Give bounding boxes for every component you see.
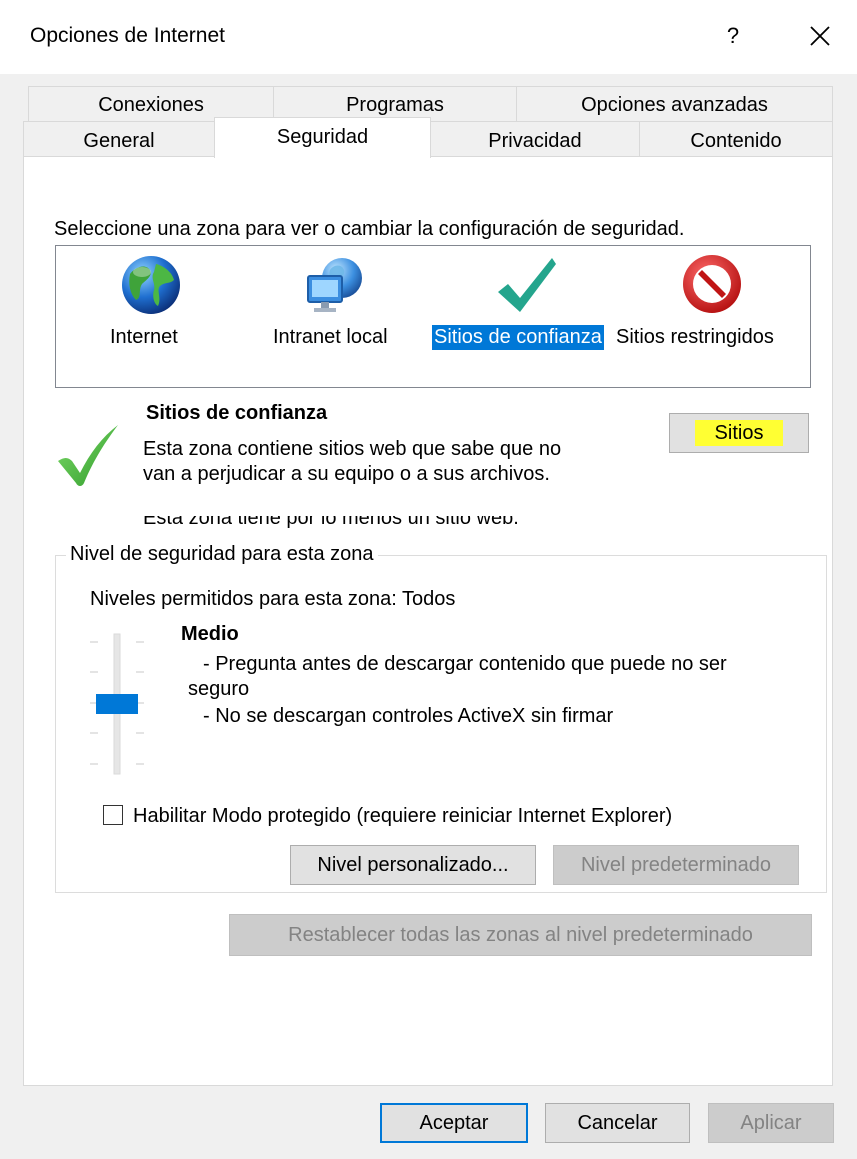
zone-checkmark-icon xyxy=(58,425,118,486)
zone-info-title: Sitios de confianza xyxy=(146,402,328,424)
level-name: Medio xyxy=(181,623,239,645)
window-title: Opciones de Internet xyxy=(30,24,225,47)
tab-general[interactable]: General xyxy=(23,121,215,157)
security-level-slider[interactable] xyxy=(84,628,154,776)
intranet-icon xyxy=(307,258,362,312)
restricted-icon xyxy=(683,255,741,313)
close-icon xyxy=(810,26,830,46)
ok-button[interactable]: Aceptar xyxy=(380,1103,528,1143)
checkmark-icon xyxy=(498,258,556,312)
zone-sitios-restringidos[interactable]: Sitios restringidos xyxy=(616,252,808,362)
zone-sitios-de-confianza[interactable]: Sitios de confianza xyxy=(430,252,616,362)
security-level-group-title: Nivel de seguridad para esta zona xyxy=(66,543,378,566)
level-bullet2: - No se descargan controles ActiveX sin … xyxy=(203,705,614,727)
reset-all-zones-button[interactable]: Restablecer todas las zonas al nivel pre… xyxy=(229,914,812,956)
level-bullet1-line2: seguro xyxy=(188,678,250,700)
zone-internet[interactable]: Internet xyxy=(96,252,206,362)
sites-button-label: Sitios xyxy=(694,420,784,446)
zone-info-description-line2: van a perjudicar a su equipo o a sus arc… xyxy=(143,463,550,485)
protected-mode-checkbox[interactable] xyxy=(103,805,123,825)
close-button[interactable] xyxy=(800,16,840,56)
tab-privacidad[interactable]: Privacidad xyxy=(430,121,640,157)
default-level-button[interactable]: Nivel predeterminado xyxy=(553,845,799,885)
protected-mode-label[interactable]: Habilitar Modo protegido (requiere reini… xyxy=(133,805,672,828)
sites-button[interactable]: Sitios xyxy=(669,413,809,453)
globe-icon xyxy=(122,256,180,314)
zone-internet-label: Internet xyxy=(110,326,178,348)
tab-opciones-avanzadas[interactable]: Opciones avanzadas xyxy=(516,86,833,122)
zone-info-description-line1: Esta zona contiene sitios web que sabe q… xyxy=(143,438,562,460)
help-button[interactable]: ? xyxy=(715,16,751,56)
tab-contenido[interactable]: Contenido xyxy=(639,121,833,157)
slider-thumb[interactable] xyxy=(96,694,138,714)
cancel-button[interactable]: Cancelar xyxy=(545,1103,690,1143)
level-bullet1-line1: - Pregunta antes de descargar contenido … xyxy=(203,653,727,675)
zone-intranet-local-label: Intranet local xyxy=(273,326,388,348)
apply-button[interactable]: Aplicar xyxy=(708,1103,834,1143)
zone-sitios-restringidos-label: Sitios restringidos xyxy=(616,326,774,348)
zone-instruction: Seleccione una zona para ver o cambiar l… xyxy=(54,218,685,240)
zones-list[interactable]: Internet Intranet local Sitios de confia xyxy=(55,245,811,388)
allowed-levels-text: Niveles permitidos para esta zona: Todos xyxy=(90,588,456,610)
tab-seguridad[interactable]: Seguridad xyxy=(214,117,431,158)
custom-level-button[interactable]: Nivel personalizado... xyxy=(290,845,536,885)
zone-sitios-de-confianza-label: Sitios de confianza xyxy=(432,325,604,350)
zone-intranet-local[interactable]: Intranet local xyxy=(266,252,406,362)
